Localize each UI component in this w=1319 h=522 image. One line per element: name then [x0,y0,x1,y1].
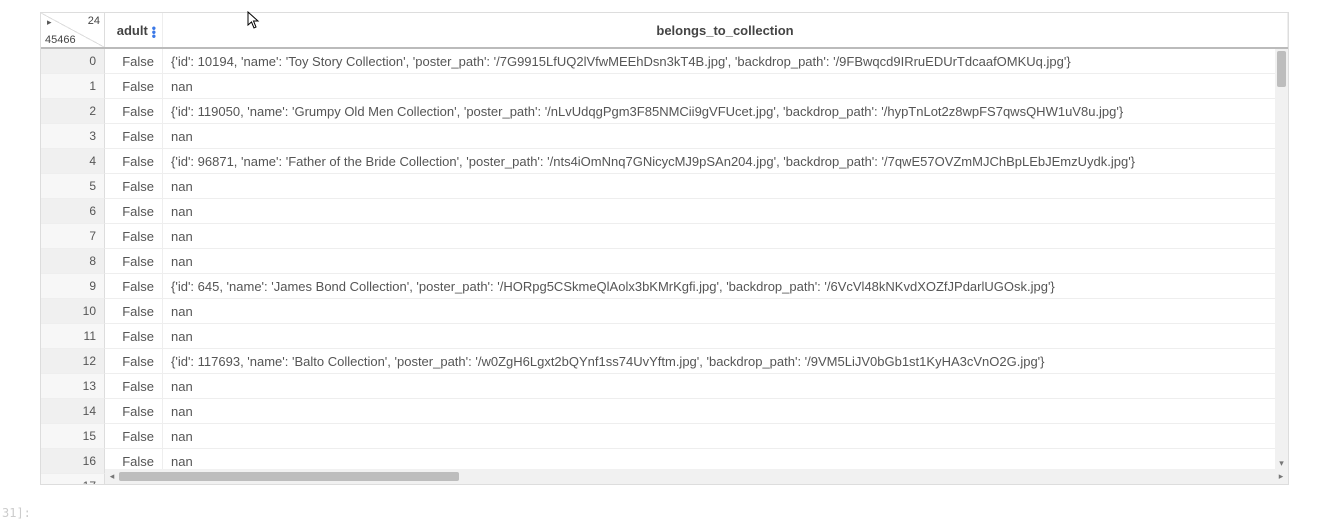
table-row[interactable]: 1Falsenan [41,74,1288,99]
row-index-cell[interactable]: 10 [41,299,105,324]
table-body: 0False{'id': 10194, 'name': 'Toy Story C… [41,49,1288,484]
cell-belongs-to-collection[interactable]: nan [163,324,1288,349]
column-header-adult[interactable]: adult ••• [105,13,163,47]
table-row[interactable]: 14Falsenan [41,399,1288,424]
vertical-scrollbar[interactable]: ▾ [1275,49,1288,469]
cell-adult[interactable]: False [105,99,163,124]
table-row[interactable]: 7Falsenan [41,224,1288,249]
row-index-cell[interactable]: 5 [41,174,105,199]
table-header-row: ▸ 24 45466 adult ••• belongs_to_collecti… [41,13,1288,49]
column-header-label: adult [117,23,148,38]
cell-belongs-to-collection[interactable]: nan [163,74,1288,99]
cell-adult[interactable]: False [105,74,163,99]
dataframe-viewer: ▸ 24 45466 adult ••• belongs_to_collecti… [40,12,1289,485]
cell-belongs-to-collection[interactable]: {'id': 117693, 'name': 'Balto Collection… [163,349,1288,374]
cell-adult[interactable]: False [105,49,163,74]
row-index-cell[interactable]: 4 [41,149,105,174]
row-index-cell[interactable]: 16 [41,449,105,474]
table-row[interactable]: 2False{'id': 119050, 'name': 'Grumpy Old… [41,99,1288,124]
cell-belongs-to-collection[interactable]: nan [163,299,1288,324]
cell-adult[interactable]: False [105,349,163,374]
table-row[interactable]: 5Falsenan [41,174,1288,199]
chevron-down-icon[interactable]: ▾ [1275,456,1288,470]
table-row[interactable]: 0False{'id': 10194, 'name': 'Toy Story C… [41,49,1288,74]
row-index-cell[interactable]: 12 [41,349,105,374]
table-row[interactable]: 6Falsenan [41,199,1288,224]
chevron-right-icon[interactable]: ▸ [1274,469,1288,484]
cell-belongs-to-collection[interactable]: nan [163,199,1288,224]
row-index-cell[interactable]: 6 [41,199,105,224]
cell-belongs-to-collection[interactable]: nan [163,424,1288,449]
row-index-cell[interactable]: 3 [41,124,105,149]
row-index-cell[interactable]: 0 [41,49,105,74]
row-index-cell[interactable]: 17 [41,474,105,484]
column-count: 24 [88,15,100,27]
table-row[interactable]: 15Falsenan [41,424,1288,449]
column-header-label: belongs_to_collection [656,23,793,38]
cell-adult[interactable]: False [105,224,163,249]
cell-belongs-to-collection[interactable]: {'id': 645, 'name': 'James Bond Collecti… [163,274,1288,299]
cursor-icon [247,11,261,34]
cell-belongs-to-collection[interactable]: {'id': 10194, 'name': 'Toy Story Collect… [163,49,1288,74]
cell-adult[interactable]: False [105,149,163,174]
cell-adult[interactable]: False [105,174,163,199]
cell-adult[interactable]: False [105,324,163,349]
cell-belongs-to-collection[interactable]: nan [163,124,1288,149]
cell-adult[interactable]: False [105,274,163,299]
table-row[interactable]: 12False{'id': 117693, 'name': 'Balto Col… [41,349,1288,374]
horizontal-scrollbar[interactable]: ◂ ▸ [105,469,1288,484]
cell-belongs-to-collection[interactable]: nan [163,399,1288,424]
cell-adult[interactable]: False [105,249,163,274]
table-row[interactable]: 13Falsenan [41,374,1288,399]
row-index-cell[interactable]: 13 [41,374,105,399]
cell-adult[interactable]: False [105,199,163,224]
cell-adult[interactable]: False [105,299,163,324]
notebook-cell-prompt: 31]: [2,506,31,520]
cell-belongs-to-collection[interactable]: {'id': 119050, 'name': 'Grumpy Old Men C… [163,99,1288,124]
cell-adult[interactable]: False [105,374,163,399]
cell-belongs-to-collection[interactable]: nan [163,224,1288,249]
row-index-cell[interactable]: 2 [41,99,105,124]
row-index-cell[interactable]: 7 [41,224,105,249]
table-row[interactable]: 8Falsenan [41,249,1288,274]
corner-cell[interactable]: ▸ 24 45466 [41,13,105,47]
cell-adult[interactable]: False [105,399,163,424]
vertical-scroll-thumb[interactable] [1277,51,1286,87]
cell-belongs-to-collection[interactable]: nan [163,374,1288,399]
column-header-belongs-to-collection[interactable]: belongs_to_collection [163,13,1288,47]
table-row[interactable]: 10Falsenan [41,299,1288,324]
cell-adult[interactable]: False [105,424,163,449]
horizontal-scroll-thumb[interactable] [119,472,459,481]
row-index-cell[interactable]: 1 [41,74,105,99]
chevron-left-icon[interactable]: ◂ [105,469,119,484]
expand-icon[interactable]: ▸ [47,17,52,28]
table-row[interactable]: 9False{'id': 645, 'name': 'James Bond Co… [41,274,1288,299]
table-row[interactable]: 11Falsenan [41,324,1288,349]
cell-adult[interactable]: False [105,124,163,149]
row-index-cell[interactable]: 9 [41,274,105,299]
row-index-cell[interactable]: 8 [41,249,105,274]
cell-belongs-to-collection[interactable]: nan [163,249,1288,274]
column-menu-icon[interactable]: ••• [152,25,156,36]
table-row[interactable]: 4False{'id': 96871, 'name': 'Father of t… [41,149,1288,174]
cell-belongs-to-collection[interactable]: {'id': 96871, 'name': 'Father of the Bri… [163,149,1288,174]
row-index-cell[interactable]: 11 [41,324,105,349]
cell-belongs-to-collection[interactable]: nan [163,174,1288,199]
row-index-cell[interactable]: 14 [41,399,105,424]
table-row[interactable]: 3Falsenan [41,124,1288,149]
row-count: 45466 [45,34,76,46]
row-index-cell[interactable]: 15 [41,424,105,449]
